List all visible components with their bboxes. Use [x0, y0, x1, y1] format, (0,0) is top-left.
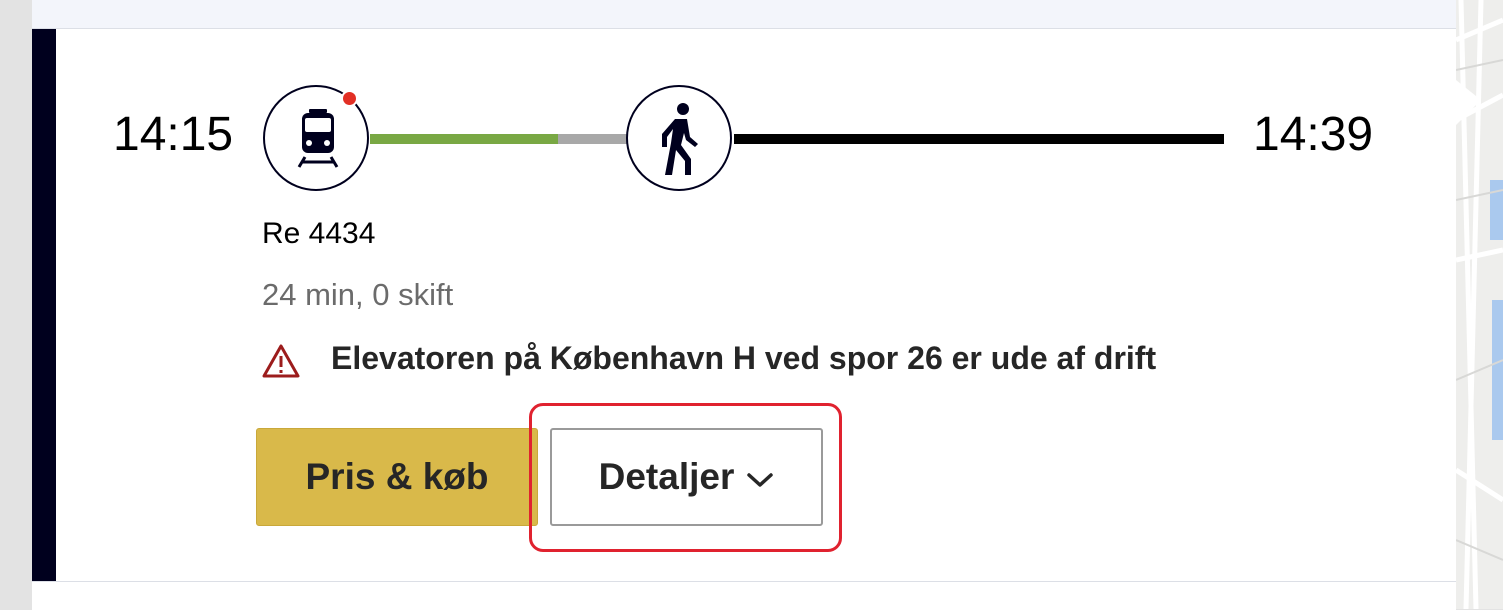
- journey-duration: 24 min, 0 skift: [262, 277, 454, 312]
- train-line-name: Re 4434: [262, 217, 376, 250]
- alert-dot: [341, 90, 358, 107]
- highlight-box: [529, 403, 842, 552]
- warning-icon: [262, 343, 300, 384]
- window-gutter: [0, 0, 32, 609]
- card-accent-bar: [32, 29, 56, 581]
- transfer-line: [558, 134, 628, 144]
- buy-button-label: Pris & køb: [305, 456, 489, 497]
- map-panel[interactable]: [1456, 0, 1503, 609]
- train-leg-line: [370, 134, 558, 144]
- next-card-edge: [32, 581, 1456, 610]
- walk-leg-line: [734, 134, 1224, 144]
- arrival-time: 14:39: [1253, 108, 1374, 161]
- departure-time: 14:15: [113, 108, 234, 161]
- buy-button[interactable]: Pris & køb: [256, 428, 538, 526]
- previous-card-edge: [32, 0, 1456, 29]
- walk-icon: [662, 103, 698, 175]
- disruption-message: Elevatoren på København H ved spor 26 er…: [331, 340, 1157, 376]
- walk-leg-circle[interactable]: [626, 85, 732, 191]
